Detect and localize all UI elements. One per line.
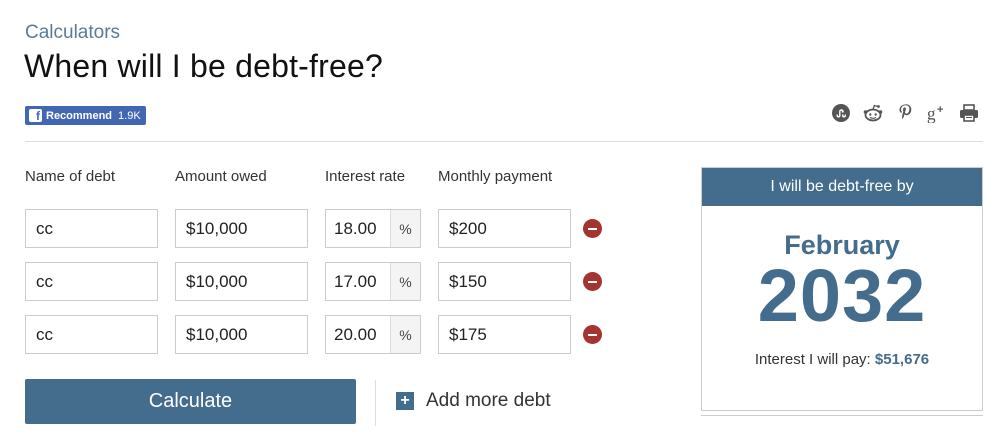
result-panel: I will be debt-free by February 2032 Int… (701, 167, 983, 416)
column-label-payment: Monthly payment (438, 168, 553, 185)
calculate-button[interactable]: Calculate (25, 379, 356, 424)
share-toolbar: g + (830, 102, 980, 124)
interest-rate-value: 18.00 (334, 218, 377, 238)
interest-rate-input[interactable]: 17.00 % (325, 262, 421, 301)
percent-addon: % (390, 210, 420, 247)
debt-name-input[interactable]: cc (25, 315, 158, 354)
interest-amount: $51,676 (874, 351, 930, 368)
remove-debt-icon[interactable] (583, 219, 602, 238)
svg-text:g: g (927, 103, 936, 123)
result-interest: Interest I will pay: $51,676 (702, 351, 982, 368)
remove-debt-icon[interactable] (583, 325, 602, 344)
monthly-payment-input[interactable]: $175 (438, 315, 571, 354)
stumbleupon-icon[interactable] (830, 102, 852, 124)
facebook-icon: f (29, 109, 42, 122)
page-title: When will I be debt-free? (24, 48, 383, 84)
action-divider (375, 380, 376, 426)
result-year: 2032 (757, 254, 927, 337)
debt-name-input[interactable]: cc (25, 209, 158, 248)
interest-label: Interest I will pay: (754, 351, 871, 368)
svg-text:+: + (937, 104, 943, 116)
amount-owed-input[interactable]: $10,000 (175, 209, 308, 248)
facebook-recommend-count: 1.9K (118, 109, 141, 122)
interest-rate-value: 17.00 (334, 271, 377, 291)
add-more-debt-label: Add more debt (426, 390, 551, 411)
monthly-payment-input[interactable]: $200 (438, 209, 571, 248)
amount-owed-input[interactable]: $10,000 (175, 315, 308, 354)
result-header: I will be debt-free by (702, 168, 982, 206)
reddit-icon[interactable] (862, 102, 884, 124)
percent-addon: % (390, 316, 420, 353)
google-plus-icon[interactable]: g + (926, 102, 948, 124)
facebook-recommend-button[interactable]: f Recommend 1.9K (25, 106, 146, 125)
column-label-name: Name of debt (25, 168, 116, 185)
column-label-amount: Amount owed (175, 168, 267, 185)
remove-debt-icon[interactable] (583, 272, 602, 291)
debt-name-input[interactable]: cc (25, 262, 158, 301)
print-icon[interactable] (958, 102, 980, 124)
plus-icon: + (396, 392, 414, 410)
column-label-rate: Interest rate (325, 168, 406, 185)
percent-addon: % (390, 263, 420, 300)
interest-rate-value: 20.00 (334, 324, 377, 344)
header-divider (25, 141, 983, 142)
pinterest-icon[interactable] (894, 102, 916, 124)
amount-owed-input[interactable]: $10,000 (175, 262, 308, 301)
interest-rate-input[interactable]: 20.00 % (325, 315, 421, 354)
monthly-payment-input[interactable]: $150 (438, 262, 571, 301)
add-more-debt-button[interactable]: + Add more debt (396, 390, 551, 412)
facebook-recommend-label: Recommend (46, 109, 113, 122)
interest-rate-input[interactable]: 18.00 % (325, 209, 421, 248)
breadcrumb[interactable]: Calculators (25, 22, 120, 44)
